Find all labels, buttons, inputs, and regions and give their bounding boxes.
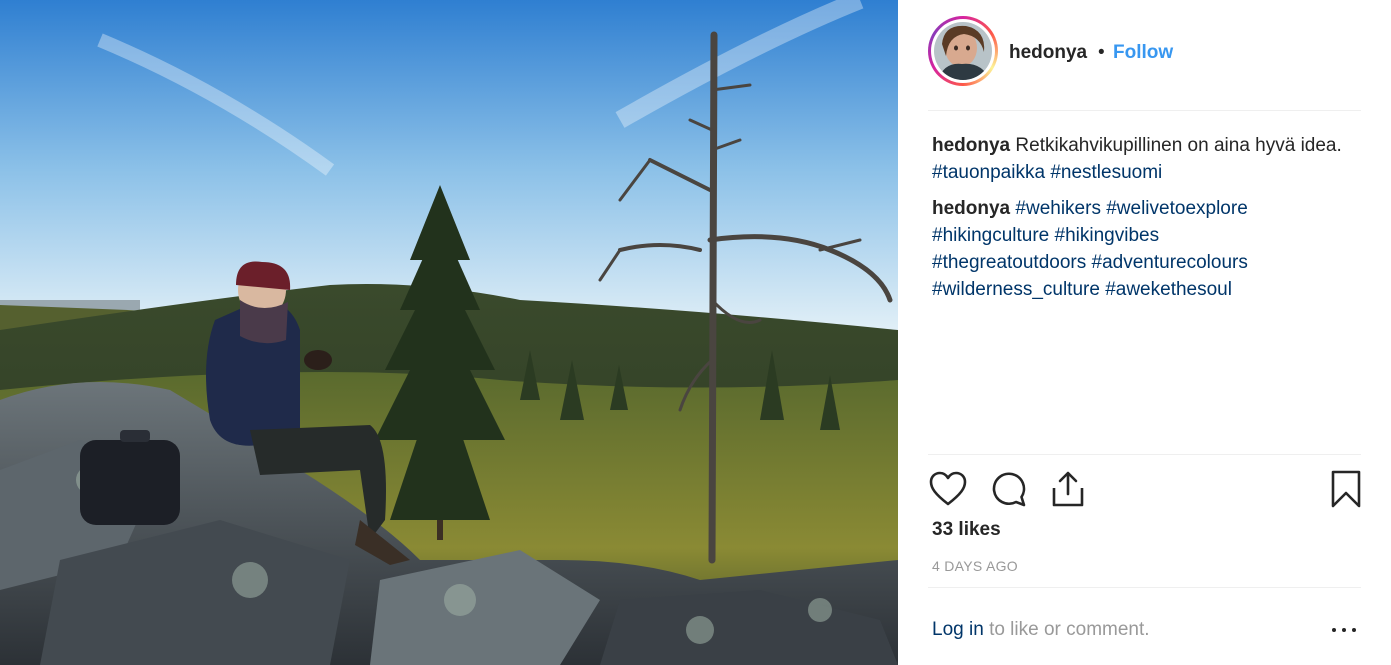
login-prompt: Log in to like or comment. bbox=[932, 619, 1150, 641]
hashtag-link[interactable]: #nestlesuomi bbox=[1050, 162, 1162, 183]
likes-count[interactable]: 33 likes bbox=[932, 519, 1001, 541]
hashtag-link[interactable]: #thegreatoutdoors bbox=[932, 252, 1086, 273]
hashtag-link[interactable]: #welivetoexplore bbox=[1106, 198, 1248, 219]
more-options-icon[interactable] bbox=[1332, 620, 1356, 640]
author-username[interactable]: hedonya bbox=[1009, 42, 1087, 64]
login-link[interactable]: Log in bbox=[932, 619, 984, 640]
story-ring[interactable] bbox=[928, 16, 998, 86]
hashtag-link[interactable]: #wilderness_culture bbox=[932, 279, 1100, 300]
login-footer: Log in to like or comment. bbox=[928, 587, 1361, 665]
hashtag-link[interactable]: #hikingvibes bbox=[1055, 225, 1160, 246]
action-bar bbox=[928, 454, 1361, 522]
hashtag-link[interactable]: #tauonpaikka bbox=[932, 162, 1045, 183]
forest-hiker-photo bbox=[0, 0, 898, 665]
comment-username[interactable]: hedonya bbox=[932, 198, 1010, 219]
separator-dot: • bbox=[1098, 42, 1105, 63]
login-prompt-text: to like or comment. bbox=[989, 619, 1150, 640]
share-icon bbox=[1052, 471, 1084, 507]
save-button[interactable] bbox=[1326, 469, 1366, 509]
bookmark-icon bbox=[1331, 470, 1361, 508]
caption-comment: hedonya Retkikahvikupillinen on aina hyv… bbox=[932, 132, 1342, 186]
share-button[interactable] bbox=[1048, 469, 1088, 509]
avatar[interactable] bbox=[934, 22, 992, 80]
comment-bubble-icon bbox=[992, 472, 1026, 507]
post-side-panel: hedonya • Follow hedonya Retkikahvikupil… bbox=[898, 0, 1391, 665]
post-photo[interactable] bbox=[0, 0, 898, 665]
hashtag-link[interactable]: #hikingculture bbox=[932, 225, 1049, 246]
comment-username[interactable]: hedonya bbox=[932, 135, 1010, 156]
hashtag-link[interactable]: #adventurecolours bbox=[1092, 252, 1248, 273]
avatar-image bbox=[934, 22, 992, 80]
hashtag-comment: hedonya #wehikers #welivetoexplore #hiki… bbox=[932, 195, 1342, 303]
comments-list: hedonya Retkikahvikupillinen on aina hyv… bbox=[932, 132, 1342, 312]
post-timestamp[interactable]: 4 DAYS AGO bbox=[932, 558, 1018, 574]
post-header: hedonya • Follow bbox=[928, 16, 1361, 111]
hashtag-link[interactable]: #wehikers bbox=[1015, 198, 1101, 219]
comment-button[interactable] bbox=[989, 469, 1029, 509]
comment-text: Retkikahvikupillinen on aina hyvä idea. bbox=[1015, 135, 1342, 156]
like-button[interactable] bbox=[928, 469, 968, 509]
heart-icon bbox=[929, 471, 967, 506]
hashtag-link[interactable]: #awekethesoul bbox=[1105, 279, 1232, 300]
follow-button[interactable]: Follow bbox=[1113, 42, 1173, 64]
instagram-post: hedonya • Follow hedonya Retkikahvikupil… bbox=[0, 0, 1391, 665]
